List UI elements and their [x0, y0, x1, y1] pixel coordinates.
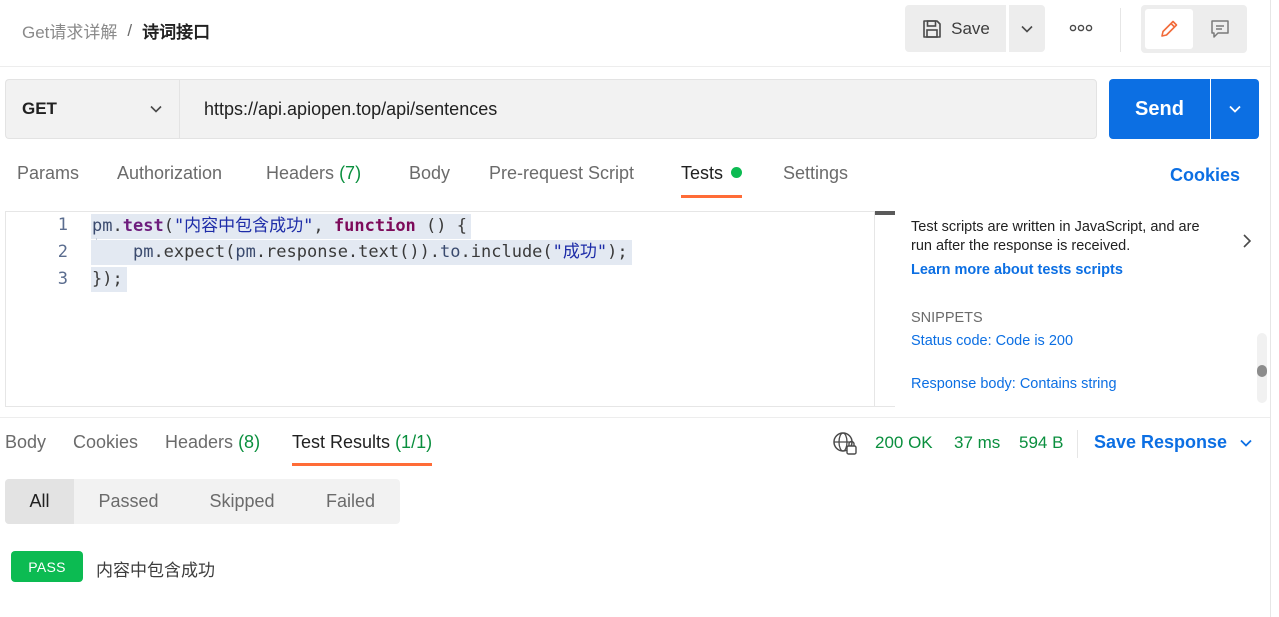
chevron-down-icon: [1229, 105, 1241, 113]
tab-headers-count: (7): [339, 163, 362, 183]
line-number-gutter: 1 2 3: [6, 212, 86, 406]
save-response-label: Save Response: [1094, 432, 1228, 452]
response-tab-cookies[interactable]: Cookies: [73, 432, 138, 468]
snippets-heading: SNIPPETS: [911, 310, 983, 326]
status-badge: PASS: [11, 551, 83, 582]
response-status-code[interactable]: 200 OK: [875, 433, 933, 453]
pencil-icon: [1161, 20, 1178, 37]
snippets-panel: Test scripts are written in JavaScript, …: [911, 218, 1231, 278]
url-input[interactable]: https://api.apiopen.top/api/sentences: [179, 79, 1097, 139]
cookies-link[interactable]: Cookies: [1170, 165, 1240, 186]
request-name[interactable]: 诗词接口: [142, 18, 210, 43]
edit-mode-button[interactable]: [1145, 9, 1193, 49]
test-results-filter: All Passed Skipped Failed: [5, 479, 400, 524]
view-mode-toggle: [1141, 5, 1247, 53]
tab-headers[interactable]: Headers (7): [266, 163, 361, 199]
save-button[interactable]: Save: [905, 5, 1006, 52]
save-options-dropdown[interactable]: [1009, 5, 1045, 52]
comment-icon: [1211, 20, 1229, 38]
line-number: 1: [57, 215, 68, 235]
request-header: Get请求详解 / 诗词接口 Save: [0, 0, 1279, 67]
chevron-down-icon: [150, 105, 162, 113]
tests-description: Test scripts are written in JavaScript, …: [911, 219, 1200, 254]
http-method-select[interactable]: GET: [5, 79, 179, 139]
filter-passed[interactable]: Passed: [74, 479, 183, 524]
save-button-label: Save: [951, 18, 990, 38]
tab-params[interactable]: Params: [17, 163, 79, 199]
tab-settings[interactable]: Settings: [783, 163, 848, 199]
http-method-value: GET: [22, 99, 57, 118]
tab-body[interactable]: Body: [409, 163, 450, 199]
code-line-1: pm.test("内容中包含成功", function () {: [91, 214, 471, 239]
comments-mode-button[interactable]: [1196, 9, 1244, 49]
tab-headers-label: Headers: [266, 163, 335, 183]
response-tab-headers-count: (8): [238, 432, 261, 452]
save-icon: [923, 19, 941, 38]
send-button[interactable]: Send: [1109, 79, 1210, 139]
collapse-panel-icon[interactable]: [1240, 232, 1254, 250]
tests-indicator-dot: [731, 166, 743, 178]
filter-failed[interactable]: Failed: [301, 479, 400, 524]
chevron-down-icon: [1021, 25, 1033, 33]
response-tab-headers-label: Headers: [165, 432, 234, 452]
line-number: 2: [57, 242, 68, 262]
more-actions-button[interactable]: [1062, 8, 1100, 48]
snippet-response-body[interactable]: Response body: Contains string: [911, 376, 1117, 392]
response-divider: [0, 417, 1270, 418]
test-result-name: 内容中包含成功: [96, 561, 215, 580]
response-tab-headers[interactable]: Headers (8): [165, 432, 260, 468]
editor-scrollbar-thumb[interactable]: [875, 211, 895, 215]
breadcrumb: Get请求详解 / 诗词接口: [22, 18, 210, 43]
code-line-3: });: [91, 267, 127, 292]
breadcrumb-collection[interactable]: Get请求详解: [22, 18, 117, 43]
snippets-scrollbar-thumb[interactable]: [1257, 365, 1267, 377]
tests-code-editor[interactable]: 1 2 3 pm.test("内容中包含成功", function () { p…: [5, 211, 895, 407]
response-tab-body[interactable]: Body: [5, 432, 46, 468]
learn-more-link[interactable]: Learn more about tests scripts: [911, 262, 1231, 278]
send-options-dropdown[interactable]: [1211, 79, 1259, 139]
response-status-divider: [1077, 430, 1078, 458]
tab-prerequest-script[interactable]: Pre-request Script: [489, 163, 634, 199]
breadcrumb-separator: /: [127, 20, 133, 40]
filter-skipped[interactable]: Skipped: [183, 479, 301, 524]
tab-authorization[interactable]: Authorization: [117, 163, 222, 199]
tab-tests-label: Tests: [681, 163, 724, 183]
more-icon: [1069, 24, 1093, 32]
chevron-down-icon: [1240, 439, 1252, 447]
tab-tests[interactable]: Tests: [681, 163, 743, 199]
response-tab-test-results-count: (1/1): [395, 432, 433, 452]
response-tab-test-results[interactable]: Test Results (1/1): [292, 432, 433, 468]
snippet-status-code[interactable]: Status code: Code is 200: [911, 333, 1073, 349]
response-time[interactable]: 37 ms: [954, 433, 1000, 453]
right-rail: [1270, 0, 1279, 617]
network-globe-icon[interactable]: [832, 431, 858, 457]
line-number: 3: [57, 269, 68, 289]
response-tab-test-results-label: Test Results: [292, 432, 391, 452]
header-divider: [1120, 8, 1121, 52]
editor-scrollbar[interactable]: [874, 211, 895, 407]
save-response-button[interactable]: Save Response: [1094, 432, 1253, 453]
filter-all[interactable]: All: [5, 479, 74, 524]
code-line-2: pm.expect(pm.response.text()).to.include…: [91, 240, 632, 265]
response-size[interactable]: 594 B: [1019, 433, 1063, 453]
